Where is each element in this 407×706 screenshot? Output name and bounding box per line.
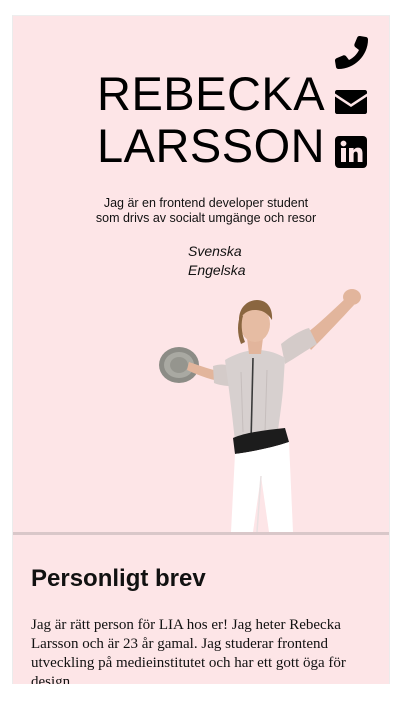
tagline-line-1: Jag är en frontend developer student (103, 196, 309, 210)
cover-letter-title: Personligt brev (31, 565, 206, 592)
page-title: REBECKA LARSSON (97, 68, 325, 172)
linkedin-icon[interactable] (333, 134, 369, 170)
tagline-line-2: som drivs av socialt umgänge och resor (95, 211, 317, 225)
tagline: Jag är en frontend developer student som… (13, 196, 389, 226)
phone-icon[interactable] (333, 34, 369, 70)
name-last: LARSSON (97, 119, 326, 172)
name-first: REBECKA (97, 67, 326, 120)
cover-letter-section: Personligt brev Jag är rätt person för L… (31, 564, 376, 684)
language-item: Svenska (188, 243, 242, 259)
section-divider (13, 532, 389, 535)
cover-letter-body: Jag är rätt person för LIA hos er! Jag h… (31, 617, 346, 684)
contact-icons (333, 34, 369, 184)
profile-photo (159, 289, 361, 532)
page-frame: REBECKA LARSSON Jag är en frontend devel… (12, 15, 390, 684)
hero-section: REBECKA LARSSON Jag är en frontend devel… (13, 16, 389, 532)
envelope-icon[interactable] (333, 84, 369, 120)
